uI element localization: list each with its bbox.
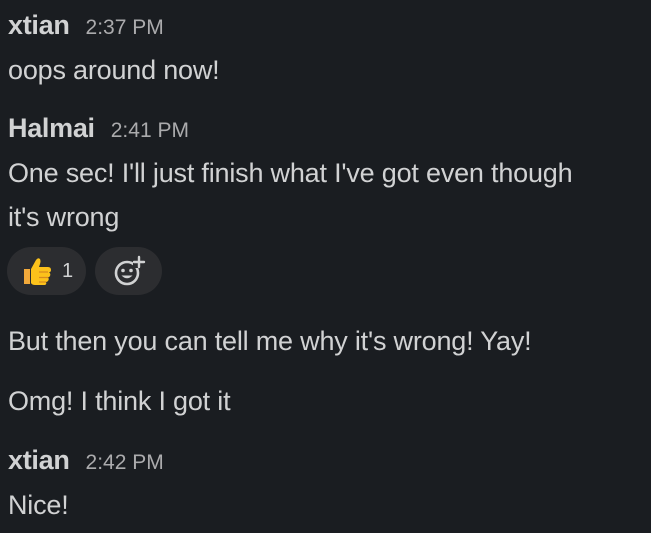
timestamp[interactable]: 2:42 PM <box>86 451 164 475</box>
thumbs-up-icon <box>20 254 54 288</box>
timestamp[interactable]: 2:41 PM <box>111 119 189 143</box>
author-name[interactable]: xtian <box>8 10 70 41</box>
message-text: it's wrong <box>8 202 120 232</box>
reaction-count: 1 <box>61 259 74 282</box>
add-reaction-button[interactable] <box>95 247 162 295</box>
message-header: Halmai 2:41 PM <box>8 113 189 144</box>
author-name[interactable]: xtian <box>8 445 70 476</box>
message-text: Nice! <box>8 490 69 520</box>
message-header: xtian 2:42 PM <box>8 445 164 476</box>
message-text: One sec! I'll just finish what I've got … <box>8 158 573 188</box>
add-emoji-icon <box>111 253 147 289</box>
message-header: xtian 2:37 PM <box>8 10 164 41</box>
message-text: Omg! I think I got it <box>8 386 231 416</box>
reaction-thumbs-up[interactable]: 1 <box>7 247 86 295</box>
message-text: oops around now! <box>8 55 220 85</box>
message-text: But then you can tell me why it's wrong!… <box>8 326 532 356</box>
author-name[interactable]: Halmai <box>8 113 95 144</box>
timestamp[interactable]: 2:37 PM <box>86 16 164 40</box>
